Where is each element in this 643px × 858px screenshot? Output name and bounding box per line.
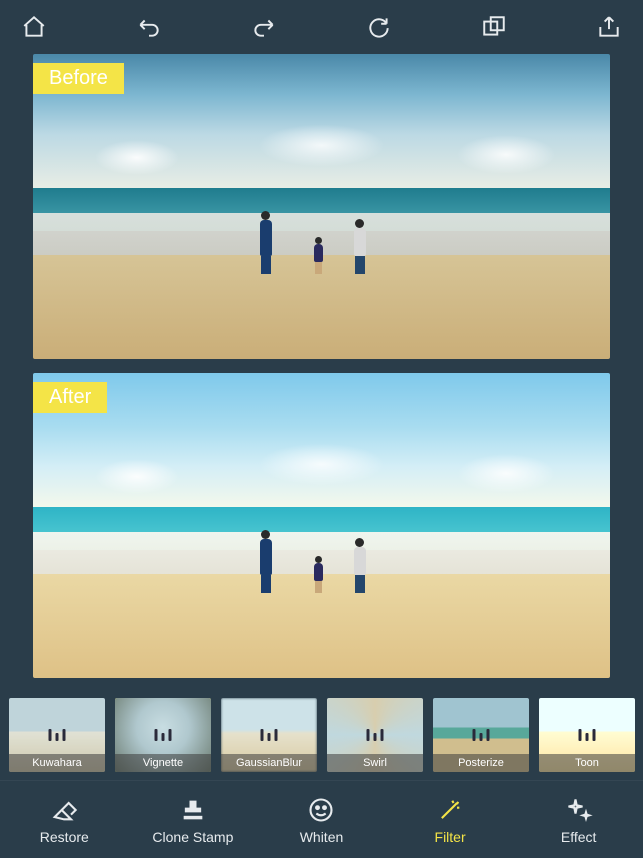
filter-label: GaussianBlur (221, 754, 317, 772)
preview-area: Before After (0, 54, 643, 698)
filter-swirl[interactable]: Swirl (327, 698, 423, 772)
filter-kuwahara[interactable]: Kuwahara (9, 698, 105, 772)
bottom-tabs: Restore Clone Stamp Whiten Filter Effect (0, 780, 643, 858)
redo-icon (251, 14, 277, 40)
tab-label: Restore (40, 829, 89, 845)
undo-icon (136, 14, 162, 40)
refresh-icon (366, 14, 392, 40)
tab-whiten[interactable]: Whiten (266, 795, 376, 845)
filter-label: Swirl (327, 754, 423, 772)
after-badge: After (33, 382, 107, 413)
tab-effect[interactable]: Effect (524, 795, 634, 845)
home-button[interactable] (18, 11, 50, 43)
filter-posterize[interactable]: Posterize (433, 698, 529, 772)
home-icon (21, 14, 47, 40)
compare-icon (481, 14, 507, 40)
eraser-icon (50, 796, 78, 824)
tab-restore[interactable]: Restore (9, 795, 119, 845)
share-icon (596, 14, 622, 40)
tab-clone-stamp[interactable]: Clone Stamp (138, 795, 248, 845)
tab-filter[interactable]: Filter (395, 795, 505, 845)
wand-icon (436, 796, 464, 824)
filter-label: Kuwahara (9, 754, 105, 772)
before-image (33, 54, 610, 359)
tab-label: Effect (561, 829, 597, 845)
filter-label: Posterize (433, 754, 529, 772)
filter-toon[interactable]: Toon (539, 698, 635, 772)
tab-label: Clone Stamp (152, 829, 233, 845)
filter-vignette[interactable]: Vignette (115, 698, 211, 772)
filter-label: Toon (539, 754, 635, 772)
filter-strip[interactable]: Kuwahara Vignette GaussianBlur Swirl Pos… (0, 698, 643, 780)
filter-gaussianblur[interactable]: GaussianBlur (221, 698, 317, 772)
top-toolbar (0, 0, 643, 54)
compare-button[interactable] (478, 11, 510, 43)
before-badge: Before (33, 63, 124, 94)
share-button[interactable] (593, 11, 625, 43)
undo-button[interactable] (133, 11, 165, 43)
sparkle-icon (565, 796, 593, 824)
refresh-button[interactable] (363, 11, 395, 43)
after-panel: After (33, 373, 610, 678)
face-icon (307, 796, 335, 824)
before-panel: Before (33, 54, 610, 359)
tab-label: Whiten (300, 829, 344, 845)
tab-label: Filter (435, 829, 466, 845)
redo-button[interactable] (248, 11, 280, 43)
after-image (33, 373, 610, 678)
stamp-icon (179, 796, 207, 824)
filter-label: Vignette (115, 754, 211, 772)
